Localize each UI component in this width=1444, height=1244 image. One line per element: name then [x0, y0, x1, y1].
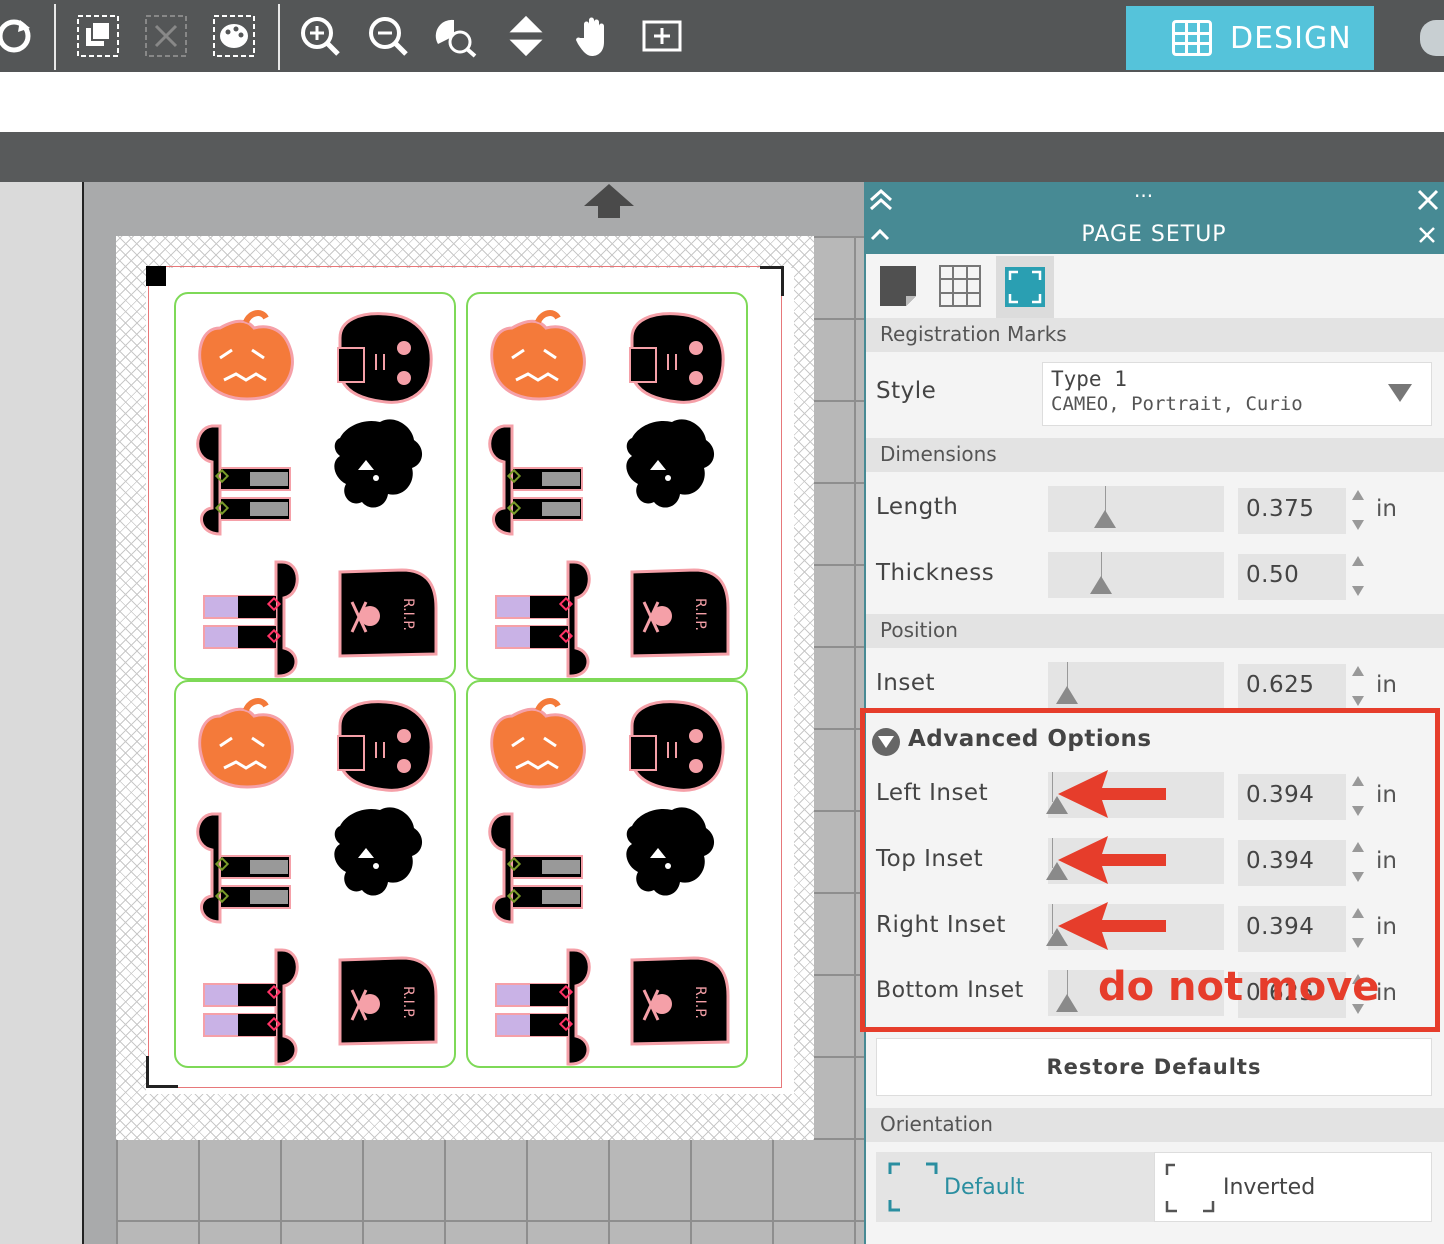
inset-input[interactable]: 0.625 — [1238, 664, 1346, 710]
ungroup-icon[interactable] — [144, 14, 188, 58]
grid-tab-icon[interactable] — [934, 258, 986, 314]
orientation-default-label: Default — [944, 1174, 1025, 1200]
section-header: Dimensions — [866, 438, 1444, 472]
slider-thumb[interactable] — [1090, 576, 1112, 594]
orientation-default-button[interactable]: Default — [876, 1152, 1154, 1222]
length-unit: in — [1376, 496, 1397, 522]
sticker-cell[interactable] — [466, 292, 748, 680]
inset-unit: in — [1376, 672, 1397, 698]
panel-header: ··· PAGE SETUP — [864, 182, 1444, 254]
length-label: Length — [876, 494, 959, 520]
thickness-label: Thickness — [876, 560, 995, 586]
pan-hand-icon[interactable] — [572, 14, 616, 58]
left-toolbar-area — [0, 182, 82, 1244]
palette-icon[interactable] — [212, 14, 256, 58]
collapse-all-icon[interactable] — [868, 188, 894, 212]
annotation-text: do not move — [1098, 964, 1380, 1010]
registration-mark-corner — [146, 1056, 178, 1088]
move-vertical-icon[interactable] — [504, 14, 548, 58]
inset-stepper[interactable] — [1350, 666, 1366, 706]
document-tab-bar — [0, 132, 1444, 182]
restore-defaults-button[interactable]: Restore Defaults — [876, 1038, 1432, 1096]
rotate-icon[interactable] — [0, 14, 36, 58]
group-icon[interactable] — [76, 14, 120, 58]
next-tab-icon[interactable] — [1420, 20, 1444, 56]
orientation-default-icon — [888, 1162, 938, 1212]
chevron-down-icon — [1388, 384, 1412, 402]
main-toolbar: DESIGN — [0, 0, 1444, 72]
zoom-in-icon[interactable] — [298, 14, 342, 58]
sticker-cell[interactable] — [174, 680, 456, 1068]
design-grid-icon — [1172, 20, 1212, 56]
media-tab-icon[interactable] — [872, 258, 924, 314]
orientation-inverted-button[interactable]: Inverted — [1154, 1152, 1432, 1222]
annotation-arrow-icon — [1058, 902, 1166, 950]
length-stepper[interactable] — [1350, 490, 1366, 530]
annotation-arrow-icon — [1058, 770, 1166, 818]
toolbar-divider — [278, 4, 280, 70]
close-icon[interactable] — [1418, 226, 1436, 244]
style-label: Style — [876, 378, 937, 404]
style-dropdown-subtitle: CAMEO, Portrait, Curio — [1051, 393, 1303, 415]
section-header: Orientation — [866, 1108, 1444, 1142]
registration-tab-icon[interactable] — [996, 256, 1054, 318]
registration-mark-corner — [760, 266, 784, 296]
section-header: Registration Marks — [866, 318, 1444, 352]
orientation-inverted-label: Inverted — [1223, 1174, 1316, 1200]
annotation-arrow-icon — [1058, 836, 1166, 884]
thickness-slider[interactable] — [1048, 552, 1224, 598]
orientation-inverted-icon — [1165, 1163, 1215, 1213]
inset-label: Inset — [876, 670, 936, 696]
inset-slider[interactable] — [1048, 662, 1224, 708]
style-dropdown[interactable]: Type 1 CAMEO, Portrait, Curio — [1042, 362, 1432, 426]
design-tab[interactable]: DESIGN — [1126, 6, 1374, 70]
panel-menu-dots[interactable]: ··· — [1134, 184, 1153, 208]
slider-thumb[interactable] — [1094, 510, 1116, 528]
fit-to-page-icon[interactable] — [640, 14, 684, 58]
sticker-cell[interactable] — [466, 680, 748, 1068]
feed-direction-arrow-icon — [584, 184, 634, 218]
design-tab-label: DESIGN — [1230, 20, 1352, 56]
registration-mark-square — [146, 266, 166, 286]
section-header: Position — [866, 614, 1444, 648]
slider-thumb[interactable] — [1056, 686, 1078, 704]
thickness-input[interactable]: 0.50 — [1238, 554, 1346, 600]
zoom-select-icon[interactable] — [434, 14, 478, 58]
toolbar-divider — [54, 4, 56, 70]
style-dropdown-title: Type 1 — [1051, 367, 1127, 391]
length-slider[interactable] — [1048, 486, 1224, 532]
zoom-out-icon[interactable] — [366, 14, 410, 58]
panel-title: PAGE SETUP — [1081, 222, 1227, 247]
close-panel-icon[interactable] — [1416, 188, 1440, 212]
sticker-cell[interactable] — [174, 292, 456, 680]
length-input[interactable]: 0.375 — [1238, 488, 1346, 534]
thickness-stepper[interactable] — [1350, 556, 1366, 596]
options-bar — [0, 72, 1444, 132]
